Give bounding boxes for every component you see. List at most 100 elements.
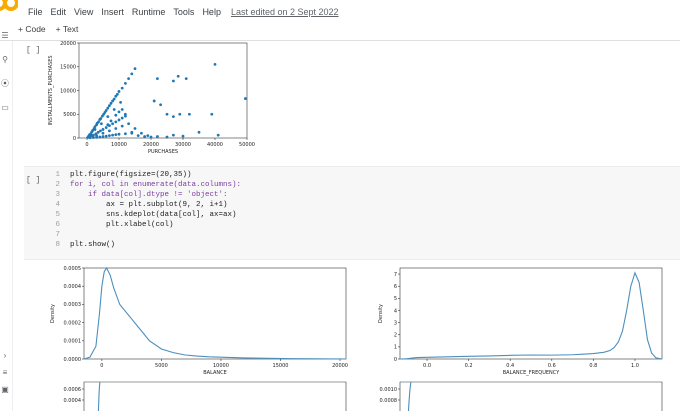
menu-bar: File Edit View Insert Runtime Tools Help… (28, 7, 347, 21)
scatter-point (124, 81, 127, 85)
scatter-point (97, 120, 100, 124)
y-axis-label: Density (50, 304, 56, 323)
scatter-point (130, 130, 134, 134)
y-tick-label: 6 (394, 284, 397, 290)
menu-view[interactable]: View (74, 7, 93, 21)
add-code-button[interactable]: + Code (18, 24, 46, 38)
y-tick-label: 2 (394, 333, 397, 339)
scatter-point (114, 133, 118, 137)
plot-frame (83, 267, 347, 360)
menu-icon[interactable]: ☰ (0, 31, 10, 41)
y-tick-label: 0.0004 (64, 284, 82, 290)
menu-file[interactable]: File (28, 7, 43, 21)
left-sidebar: ☰ ⚲ ⦿ ▭ › ≡ ▣ (0, 31, 13, 411)
code-line: 2 for i, col in enumerate(data.columns): (55, 181, 242, 189)
x-tick-label: 15000 (273, 363, 289, 369)
variables-icon[interactable]: ⦿ (0, 79, 10, 89)
scatter-point (172, 79, 175, 83)
code-line: 3 if data[col].dtype != 'object': (55, 191, 228, 199)
x-tick-label: 0.4 (506, 363, 514, 369)
code-editor[interactable]: 1 plt.figure(figsize=(20,35)) 2 for i, col… (46, 170, 241, 250)
kde-line (407, 381, 412, 411)
x-tick-label: 10000 (213, 363, 229, 369)
scatter-point (159, 103, 162, 107)
scatter-point (119, 100, 122, 104)
kde-line (399, 271, 663, 360)
y-tick-label: 3 (394, 320, 397, 326)
scatter-point (106, 123, 110, 127)
scatter-point (100, 122, 103, 126)
scatter-point (109, 119, 113, 123)
scatter-point (136, 134, 140, 138)
search-icon[interactable]: ⚲ (0, 55, 10, 65)
scatter-point (95, 134, 98, 138)
scatter-point (120, 108, 124, 111)
menu-tools[interactable]: Tools (173, 7, 194, 21)
y-tick-label: 0.0005 (64, 266, 82, 272)
scatter-point (120, 86, 124, 90)
scatter-point (140, 131, 143, 135)
scatter-point (117, 110, 121, 114)
menu-edit[interactable]: Edit (51, 7, 67, 21)
x-tick-label: 0 (100, 363, 103, 369)
snippets-icon[interactable]: ≡ (0, 368, 10, 378)
scatter-point (114, 120, 118, 124)
scatter-point (124, 132, 127, 136)
scatter-point (127, 77, 130, 81)
kde-line (83, 266, 347, 360)
scatter-point (146, 134, 150, 138)
plot-frame (83, 381, 347, 411)
y-axis-label: INSTALLMENTS_PURCHASES (48, 55, 54, 125)
x-tick-label: 5000 (155, 363, 168, 369)
y-tick-label: 0 (394, 357, 397, 363)
scatter-point (165, 112, 169, 116)
menu-runtime[interactable]: Runtime (132, 7, 166, 21)
scatter-point (130, 72, 134, 76)
scatter-point (133, 67, 137, 71)
code-line: 4 ax = plt.subplot(9, 2, i+1) (55, 201, 228, 209)
expand-icon[interactable]: › (0, 351, 10, 361)
colab-logo-icon[interactable] (0, 0, 18, 12)
scatter-chart: 0 10000 20000 30000 40000 50000 0 5000 10000 1500… (48, 41, 255, 155)
cell1-run-button[interactable]: [ ] (26, 46, 40, 55)
scatter-point (156, 77, 159, 81)
scatter-point (104, 134, 108, 138)
terminal-icon[interactable]: ▣ (0, 385, 10, 395)
y-tick-label: 0.0008 (380, 398, 398, 404)
scatter-point (104, 126, 108, 129)
x-axis-label: PURCHASES (148, 149, 178, 155)
scatter-point (108, 134, 111, 138)
files-icon[interactable]: ▭ (0, 103, 10, 113)
scatter-point (108, 129, 111, 133)
y-tick-label: 0.0000 (64, 357, 82, 363)
y-tick-label: 5 (394, 296, 397, 302)
menu-help[interactable]: Help (202, 7, 221, 21)
last-edited-link[interactable]: Last edited on 2 Sept 2022 (231, 7, 339, 21)
add-text-button[interactable]: + Text (56, 24, 79, 38)
scatter-point (114, 127, 118, 130)
cell2-run-button[interactable]: [ ] (26, 176, 40, 185)
kde-chart-partial-left: 0.0006 0.0004 (64, 381, 347, 411)
menu-insert[interactable]: Insert (101, 7, 124, 21)
x-tick-label: 0 (85, 142, 88, 148)
scatter-point (152, 99, 156, 103)
scatter-point (172, 115, 175, 119)
scatter-point (111, 133, 114, 137)
scatter-point (184, 77, 188, 81)
y-tick-label: 5000 (63, 112, 76, 118)
code-line: 5 sns.kdeplot(data[col], ax=ax) (55, 211, 237, 219)
code-line: 7 (55, 231, 60, 239)
scatter-point (188, 112, 191, 116)
scatter-point (93, 128, 97, 131)
scatter-point (165, 135, 169, 139)
scatter-point (92, 136, 95, 139)
y-tick-label: 7 (394, 272, 397, 278)
plot-frame (399, 267, 663, 360)
scatter-point (101, 128, 105, 131)
scatter-point (120, 116, 124, 120)
scatter-point (143, 135, 146, 138)
code-line: 6 plt.xlabel(col) (55, 221, 174, 229)
scatter-point (117, 132, 121, 136)
x-tick-label: 0.8 (589, 363, 597, 369)
y-tick-label: 15000 (60, 65, 76, 71)
